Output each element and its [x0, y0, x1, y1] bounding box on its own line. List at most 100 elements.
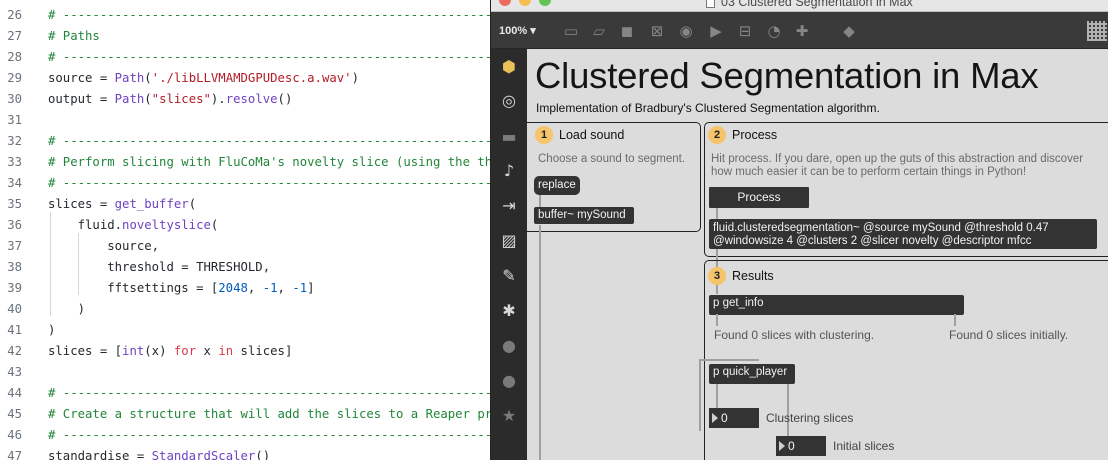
line-number: 32 [7, 134, 22, 148]
initial-slices-number[interactable]: 0 [776, 436, 826, 456]
patchcord [539, 225, 541, 460]
grid-icon[interactable] [1087, 21, 1107, 41]
document-icon [706, 0, 715, 8]
code-line: 36 fluid.noveltyslice( [0, 215, 490, 236]
code-text: # Create a structure that will add the s… [48, 404, 490, 425]
code-token: Path [114, 71, 145, 85]
code-line: 32 # ------------------------------------… [0, 131, 490, 152]
step-2-label: Process [732, 128, 778, 142]
line-number: 44 [7, 386, 22, 400]
code-token: for [173, 344, 197, 358]
code-token: resolve [225, 92, 278, 106]
code-token: , [247, 281, 263, 295]
line-number: 47 [7, 449, 22, 460]
code-token: # --------------------------------------… [48, 50, 490, 64]
button-icon[interactable]: ◉ [676, 21, 696, 41]
code-token: # --------------------------------------… [48, 176, 490, 190]
code-token: # Perform slicing with FluCoMa's novelty… [48, 155, 490, 169]
line-number: 28 [7, 50, 22, 64]
line-number: 27 [7, 29, 22, 43]
panel-icon[interactable]: ▬ [497, 125, 521, 149]
quick-player-object[interactable]: p quick_player [709, 364, 795, 384]
code-token: './libLLVMAMDGPUDesc.a.wav' [151, 71, 352, 85]
code-token: # Paths [48, 29, 100, 43]
code-token: () [277, 92, 293, 106]
line-number: 45 [7, 407, 22, 421]
code-token: ( [210, 218, 219, 232]
code-text: # --------------------------------------… [48, 131, 490, 152]
line-number: 35 [7, 197, 22, 211]
code-token: -1 [292, 281, 308, 295]
step-1-hint: Choose a sound to segment. [538, 153, 686, 165]
line-number: 38 [7, 260, 22, 274]
paint-bucket-icon[interactable]: ◆ [839, 21, 859, 41]
left-sidebar: ⬢ ◎ ▬ ♪ ⇥ ▨ ✎ ✱ ● ● ★ [491, 49, 527, 460]
code-token: # --------------------------------------… [48, 134, 490, 148]
line-number: 43 [7, 365, 22, 379]
image-icon[interactable]: ▨ [497, 229, 521, 253]
slider-icon[interactable]: ⊟ [735, 21, 755, 41]
code-line: 38 threshold = THRESHOLD, [0, 257, 490, 278]
patchcord [699, 359, 759, 361]
dial-icon[interactable]: ◔ [764, 21, 784, 41]
window-title: 03 Clustered Segmentation in Max [721, 0, 913, 9]
patcher-canvas[interactable]: Clustered Segmentation in Max Implementa… [527, 49, 1108, 460]
code-token: -1 [262, 281, 278, 295]
code-line: 29 source = Path('./libLLVMAMDGPUDesc.a.w… [0, 68, 490, 89]
window-titlebar: 03 Clustered Segmentation in Max [491, 0, 1108, 12]
code-token: ) [48, 323, 56, 337]
patcher-toolbar: 100% ▾ ▭ ▱ ◼ ⊠ ◉ ▶ ⊟ ◔ ✚ ◆ [491, 12, 1108, 49]
code-token: int [122, 344, 145, 358]
code-line: 41) [0, 320, 490, 341]
plugin-icon[interactable]: ✱ [497, 299, 521, 323]
step-1-label: Load sound [559, 128, 625, 142]
code-token: source, [48, 239, 160, 253]
window-minimize-button[interactable] [519, 0, 531, 6]
patchcord [716, 384, 718, 410]
step-forward-icon[interactable]: ⇥ [497, 194, 521, 218]
toggle-icon[interactable]: ⊠ [647, 21, 667, 41]
object-browser-icon[interactable]: ⬢ [497, 55, 521, 79]
code-line: 31 [0, 110, 490, 131]
presentation-icon[interactable]: ▭ [561, 21, 581, 41]
code-token: ( [188, 197, 197, 211]
patchcord [716, 208, 718, 219]
process-button[interactable]: Process [709, 187, 809, 208]
window-close-button[interactable] [499, 0, 511, 6]
star-icon[interactable]: ★ [497, 404, 521, 428]
code-text: # Paths [48, 26, 100, 47]
paperclip-icon[interactable]: ✎ [497, 264, 521, 288]
code-token: x [196, 344, 219, 358]
replace-message[interactable]: replace [534, 176, 580, 195]
code-token: slices] [233, 344, 293, 358]
music-note-icon[interactable]: ♪ [497, 159, 521, 183]
add-object-icon[interactable]: ✚ [792, 21, 812, 41]
get-info-object[interactable]: p get_info [709, 295, 964, 315]
patch-subtitle: Implementation of Bradbury's Clustered S… [536, 101, 880, 115]
search-target-icon[interactable]: ◎ [497, 89, 521, 113]
line-number: 37 [7, 239, 22, 253]
line-number: 39 [7, 281, 22, 295]
zoom-select[interactable]: 100% ▾ [499, 24, 536, 37]
line-number: 46 [7, 428, 22, 442]
comment-icon[interactable]: ◼ [617, 21, 637, 41]
message-box-icon[interactable]: ▱ [589, 21, 609, 41]
vst-icon[interactable]: ● [497, 334, 521, 358]
code-editor[interactable]: 26 # ------------------------------------… [0, 0, 490, 460]
step-3-badge: 3 [708, 267, 726, 285]
code-text: slices = [int(x) for x in slices] [48, 341, 292, 362]
play-icon[interactable]: ▶ [706, 21, 726, 41]
max-window: 03 Clustered Segmentation in Max 100% ▾ … [490, 0, 1108, 460]
code-token: ] [307, 281, 315, 295]
line-number: 31 [7, 113, 22, 127]
code-line: 40 ) [0, 299, 490, 320]
buffer-object[interactable]: buffer~ mySound [534, 207, 634, 224]
code-text: # --------------------------------------… [48, 47, 490, 68]
code-line: 46 # ------------------------------------… [0, 425, 490, 446]
code-line: 43 [0, 362, 490, 383]
code-line: 30 output = Path("slices").resolve() [0, 89, 490, 110]
help-icon[interactable]: ● [497, 369, 521, 393]
clustered-segmentation-object[interactable]: fluid.clusteredsegmentation~ @source myS… [709, 219, 1097, 249]
window-zoom-button[interactable] [539, 0, 551, 6]
clustering-slices-number[interactable]: 0 [709, 408, 759, 428]
